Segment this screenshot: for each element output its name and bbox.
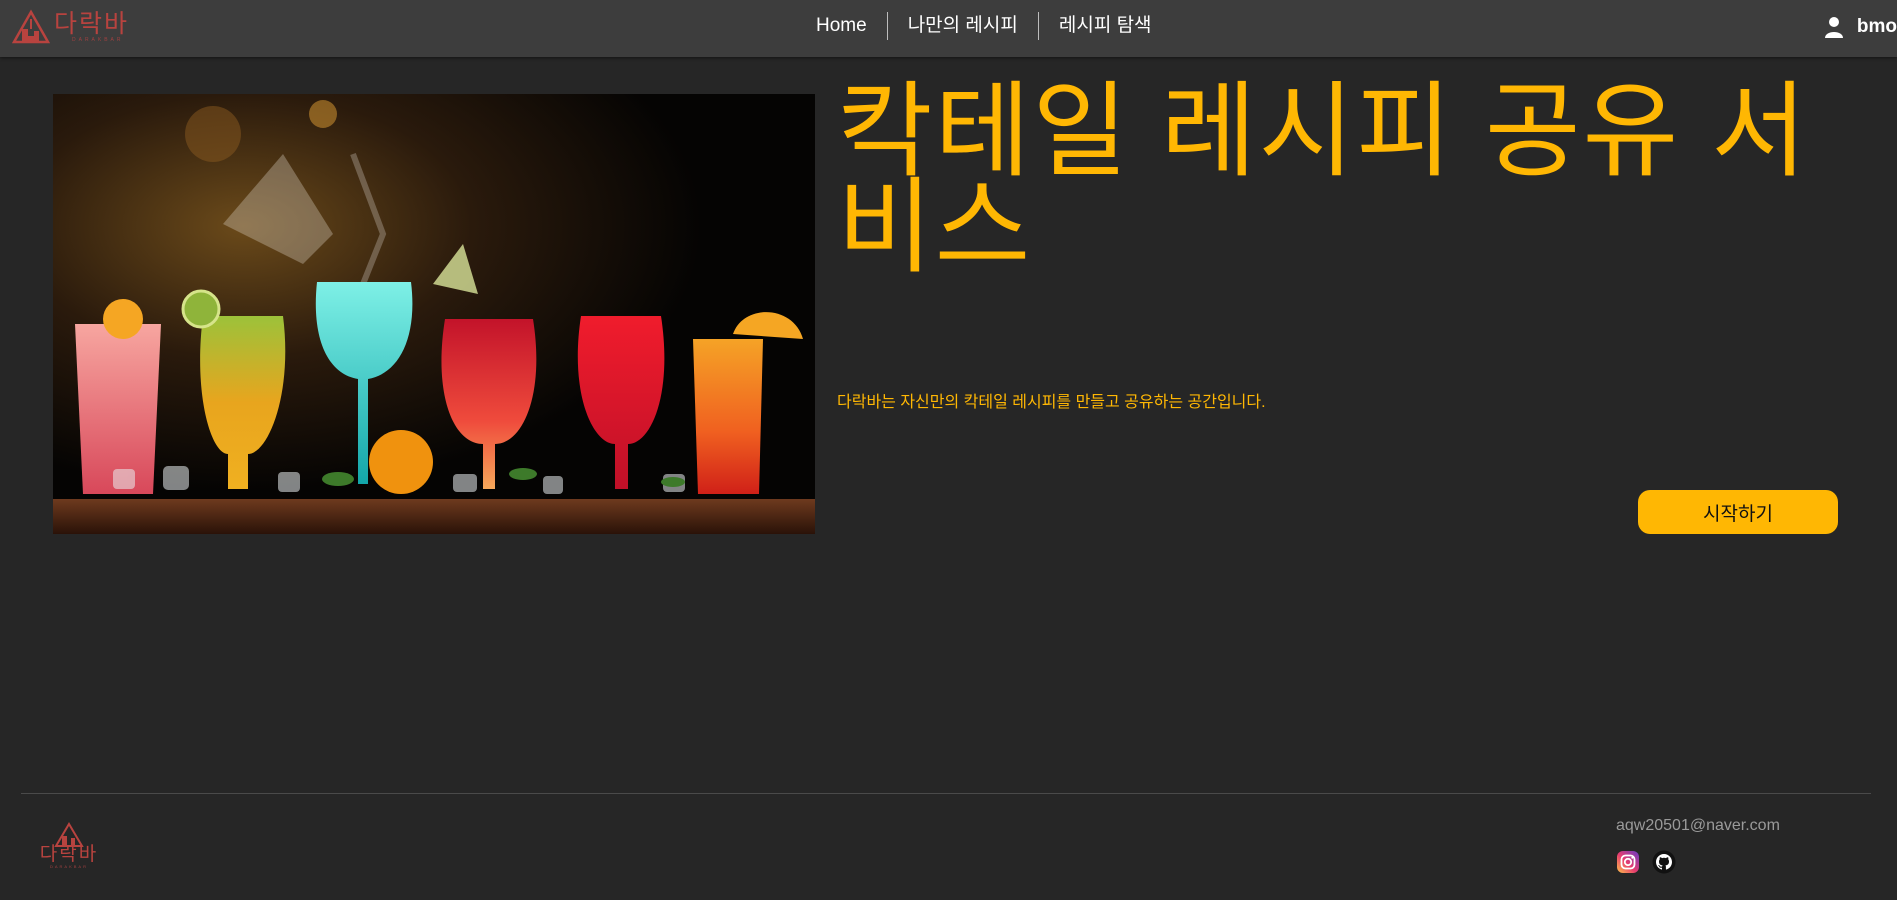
main-nav: Home 나만의 레시피 레시피 탐색	[796, 11, 1172, 41]
nav-home[interactable]: Home	[796, 12, 887, 40]
username: bmo	[1856, 16, 1897, 37]
cocktail-photo	[53, 94, 815, 534]
hero-title: 칵테일 레시피 공유 서비스	[837, 74, 1809, 286]
contact-email: aqw20501@naver.com	[1616, 817, 1780, 834]
hero-description: 다락바는 자신만의 칵테일 레시피를 만들고 공유하는 공간입니다.	[837, 394, 1266, 411]
start-button[interactable]: 시작하기	[1638, 490, 1838, 534]
footer-logo-subtext: DARAKBAR	[49, 864, 88, 869]
instagram-link[interactable]	[1616, 850, 1640, 874]
logo-text: 다락바	[54, 9, 130, 38]
logo-mark-icon	[12, 9, 50, 44]
home-logo-link[interactable]: 다락바 DARAKBAR	[12, 6, 142, 48]
footer-logo-text: 다락바	[39, 843, 99, 865]
nav-explore-recipes[interactable]: 레시피 탐색	[1039, 12, 1172, 40]
top-navbar: 다락바 DARAKBAR Home 나만의 레시피 레시피 탐색 bmo	[0, 0, 1897, 57]
github-icon	[1652, 850, 1676, 874]
nav-my-recipes[interactable]: 나만의 레시피	[888, 12, 1038, 40]
user-icon	[1824, 17, 1843, 38]
footer-logo: 다락바 DARAKBAR	[36, 822, 102, 876]
logo-subtext: DARAKBAR	[72, 37, 124, 43]
instagram-icon	[1617, 851, 1639, 873]
user-menu[interactable]: bmo	[1824, 12, 1897, 42]
github-link[interactable]	[1652, 850, 1676, 874]
hero-cocktail-image	[53, 94, 815, 534]
social-links	[1616, 850, 1676, 874]
footer-divider	[21, 793, 1871, 794]
